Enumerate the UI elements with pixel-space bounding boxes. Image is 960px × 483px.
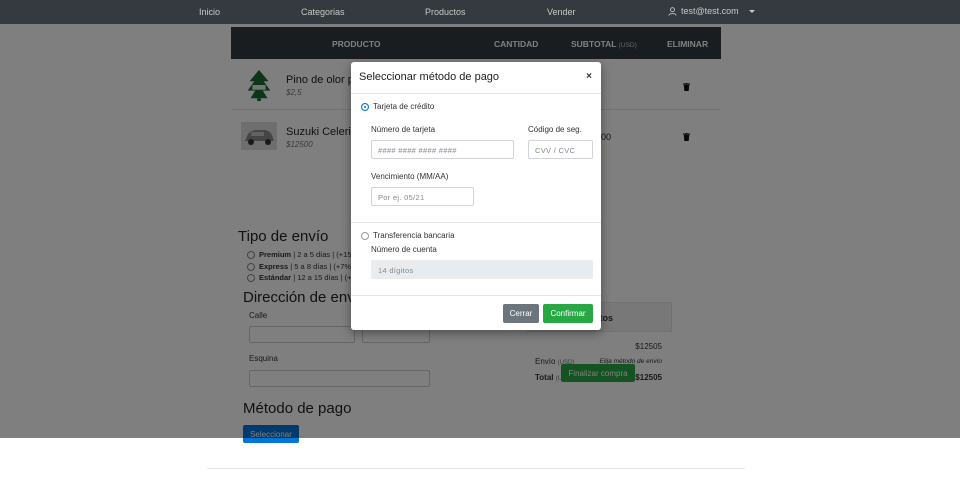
user-menu[interactable]: test@test.com bbox=[668, 6, 755, 16]
close-icon[interactable]: × bbox=[586, 71, 592, 82]
top-navbar: Inicio Categorias Productos Vender test@… bbox=[0, 0, 960, 24]
modal-divider bbox=[351, 222, 601, 223]
card-number-label: Número de tarjeta bbox=[371, 125, 436, 134]
nav-vender[interactable]: Vender bbox=[547, 7, 576, 17]
account-number-label: Número de cuenta bbox=[371, 245, 437, 254]
user-email: test@test.com bbox=[681, 6, 739, 16]
modal-footer-divider bbox=[351, 295, 601, 296]
security-code-label: Código de seg. bbox=[528, 125, 582, 134]
nav-inicio[interactable]: Inicio bbox=[199, 7, 220, 17]
nav-categorias[interactable]: Categorias bbox=[301, 7, 345, 17]
cancel-button[interactable]: Cerrar bbox=[503, 304, 539, 323]
expiry-input[interactable]: Por ej. 05/21 bbox=[371, 187, 474, 206]
expiry-label: Vencimiento (MM/AA) bbox=[371, 172, 449, 181]
credit-card-radio[interactable] bbox=[361, 103, 369, 111]
payment-method-modal: Seleccionar método de pago × Tarjeta de … bbox=[351, 62, 601, 330]
chevron-down-icon bbox=[748, 9, 755, 13]
bank-transfer-label: Transferencia bancaria bbox=[373, 231, 455, 240]
nav-productos[interactable]: Productos bbox=[425, 7, 466, 17]
bank-transfer-radio[interactable] bbox=[361, 232, 369, 240]
confirm-button[interactable]: Confirmar bbox=[543, 304, 593, 323]
security-code-input[interactable]: CVV / CVC bbox=[528, 140, 593, 159]
modal-title: Seleccionar método de pago bbox=[359, 71, 500, 83]
credit-card-label: Tarjeta de crédito bbox=[373, 102, 435, 111]
footer-divider bbox=[207, 468, 745, 469]
account-number-input: 14 dígitos bbox=[371, 260, 593, 279]
modal-header: Seleccionar método de pago × bbox=[351, 62, 601, 94]
card-number-input[interactable]: #### #### #### #### bbox=[371, 140, 514, 159]
user-icon bbox=[668, 6, 677, 16]
